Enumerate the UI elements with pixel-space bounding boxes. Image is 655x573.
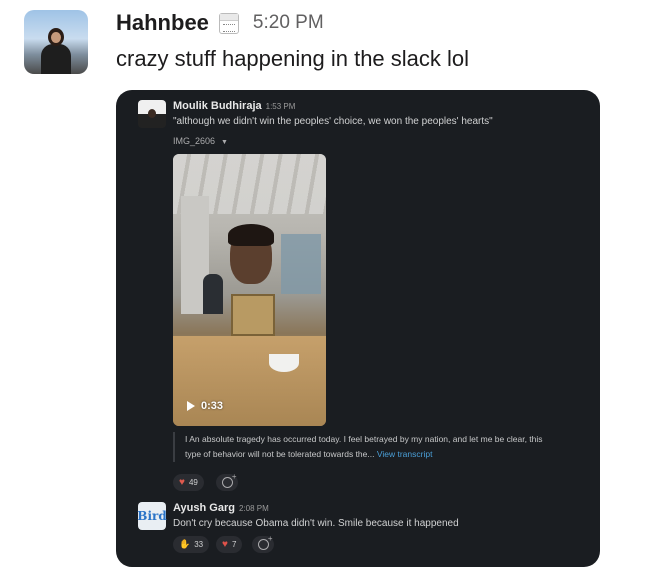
reply-sender-avatar: Bird bbox=[137, 502, 167, 530]
original-timestamp: 1:53 PM bbox=[265, 102, 296, 111]
original-sender-label: Moulik Budhiraja bbox=[173, 100, 262, 112]
broken-heart-icon: ♥ bbox=[222, 538, 228, 550]
attached-screenshot[interactable]: Moulik Budhiraja 1:53 PM "although we did… bbox=[116, 90, 600, 567]
original-sender-name: Moulik Budhiraja 1:53 PM bbox=[173, 100, 295, 112]
heart-icon: ♥ bbox=[179, 476, 185, 488]
message-text: crazy stuff happening in the slack lol bbox=[116, 46, 470, 71]
message-timestamp[interactable]: 5:20 PM bbox=[253, 12, 324, 34]
add-reaction-button bbox=[216, 472, 238, 491]
video-transcript: I An absolute tragedy has occurred today… bbox=[173, 432, 553, 462]
add-reaction-button bbox=[252, 534, 274, 553]
message-header: Hahnbee 5:20 PM bbox=[116, 10, 324, 36]
add-emoji-icon bbox=[257, 534, 273, 550]
reaction-praying-hands: ✋ 33 bbox=[173, 536, 210, 553]
play-icon bbox=[187, 401, 195, 411]
reply-timestamp: 2:08 PM bbox=[238, 504, 269, 513]
thumb-window bbox=[281, 234, 321, 294]
original-sender-avatar bbox=[138, 100, 166, 128]
original-message-text: "although we didn't win the peoples' cho… bbox=[173, 116, 493, 127]
video-thumbnail: 0:33 bbox=[173, 154, 326, 426]
thumb-puppet-body bbox=[231, 294, 275, 336]
thumb-puppet-hair bbox=[228, 224, 274, 246]
reaction-count: 49 bbox=[188, 478, 198, 487]
reaction-count: 33 bbox=[194, 540, 204, 549]
reply-sender-name: Ayush Garg 2:08 PM bbox=[173, 502, 269, 514]
calendar-icon bbox=[218, 12, 239, 34]
add-emoji-icon bbox=[221, 472, 237, 488]
caret-down-icon: ▼ bbox=[221, 139, 228, 146]
thumb-table bbox=[173, 336, 326, 426]
thumb-background-person bbox=[203, 274, 223, 314]
reaction-broken-heart: ♥ 7 bbox=[216, 536, 243, 553]
user-avatar[interactable] bbox=[24, 10, 88, 74]
reaction-heart: ♥ 49 bbox=[173, 474, 204, 491]
thumb-bowl bbox=[269, 354, 299, 372]
file-name: IMG_2606 ▼ bbox=[173, 136, 228, 146]
avatar-person-face bbox=[51, 32, 61, 43]
avatar-label: Bird bbox=[137, 509, 167, 523]
video-duration: 0:33 bbox=[201, 400, 224, 412]
praying-hands-icon: ✋ bbox=[179, 539, 191, 549]
file-name-text: IMG_2606 bbox=[173, 136, 216, 146]
play-overlay: 0:33 bbox=[187, 400, 223, 412]
avatar-head bbox=[148, 109, 156, 118]
avatar-person-body bbox=[41, 44, 71, 74]
sender-name[interactable]: Hahnbee bbox=[116, 10, 209, 36]
transcript-text: I An absolute tragedy has occurred today… bbox=[185, 434, 543, 459]
view-transcript-link: View transcript bbox=[376, 449, 433, 459]
reply-message-text: Don't cry because Obama didn't win. Smil… bbox=[173, 518, 459, 529]
reply-sender-label: Ayush Garg bbox=[173, 502, 235, 514]
reaction-count: 7 bbox=[231, 540, 237, 549]
